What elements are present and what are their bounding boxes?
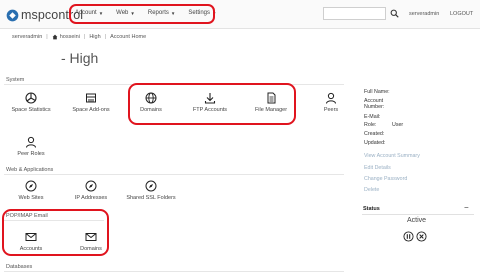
tile-label: IP Addresses: [74, 195, 108, 201]
compass-icon: [25, 180, 37, 192]
user-icon: [326, 92, 336, 104]
breadcrumb: serveradmin | hosseini | High | Account …: [12, 34, 146, 40]
tile-space-statistics[interactable]: Space Statistics: [11, 92, 51, 113]
highlight-email-section: [2, 209, 109, 256]
tile-label: Space Statistics: [11, 107, 51, 113]
cancel-icon[interactable]: [416, 231, 427, 242]
home-icon: [52, 34, 58, 40]
tile-web-sites[interactable]: Web Sites: [12, 180, 50, 201]
status-title: Status: [363, 206, 380, 212]
breadcrumb-separator: |: [104, 34, 107, 40]
delete-link[interactable]: Delete: [364, 187, 379, 193]
info-full-name-label: Full Name:: [364, 89, 390, 95]
breadcrumb-item[interactable]: Account Home: [110, 34, 146, 40]
info-created-label: Created:: [364, 131, 385, 137]
breadcrumb-item[interactable]: High: [89, 34, 100, 40]
tile-label: Peer Roles: [17, 151, 45, 157]
info-updated-label: Updated:: [364, 140, 386, 146]
page-title: - High: [61, 50, 99, 66]
user-icon: [26, 136, 36, 148]
breadcrumb-separator: |: [46, 34, 48, 40]
compass-icon: [85, 180, 97, 192]
breadcrumb-separator: |: [83, 34, 86, 40]
user-menu[interactable]: serveradmin: [409, 11, 439, 17]
collapse-icon[interactable]: −: [464, 203, 469, 212]
tile-ip-addresses[interactable]: IP Addresses: [72, 180, 110, 201]
view-account-summary-link[interactable]: View Account Summary: [364, 153, 420, 159]
search-icon[interactable]: [390, 9, 399, 18]
breadcrumb-item[interactable]: serveradmin: [12, 34, 42, 40]
section-web-label: Web & Applications: [6, 167, 54, 173]
highlight-nav-menu: [69, 4, 215, 24]
section-divider: [4, 271, 344, 272]
status-value: Active: [407, 217, 427, 224]
pause-icon[interactable]: [403, 231, 414, 242]
compass-icon: [145, 180, 157, 192]
tile-peers[interactable]: Peers: [316, 92, 346, 113]
info-email-label: E-Mail:: [364, 114, 381, 120]
section-system-label: System: [6, 77, 25, 83]
edit-details-link[interactable]: Edit Details: [364, 165, 391, 171]
search-input[interactable]: [323, 7, 386, 20]
highlight-system-tiles: [128, 83, 296, 125]
section-divider: [4, 174, 344, 175]
breadcrumb-item[interactable]: hosseini: [60, 34, 80, 40]
pie-chart-icon: [25, 92, 37, 104]
info-account-number-label: Account Number:: [364, 98, 385, 110]
info-role-value: User: [392, 122, 404, 128]
logout-link[interactable]: LOGOUT: [450, 11, 473, 17]
change-password-link[interactable]: Change Password: [364, 176, 407, 182]
storage-icon: [86, 93, 96, 103]
tile-label: Web Sites: [18, 195, 44, 201]
section-databases-label: Databases: [6, 264, 33, 270]
logo-icon: [6, 9, 19, 21]
tile-label: Space Add-ons: [72, 107, 110, 113]
tile-shared-ssl-folders[interactable]: Shared SSL Folders: [124, 180, 178, 201]
info-role-label: Role:: [364, 122, 377, 128]
status-divider: [362, 214, 474, 215]
tile-label: Peers: [323, 107, 339, 113]
tile-label: Shared SSL Folders: [126, 195, 176, 201]
status-controls: [403, 231, 429, 242]
tile-space-addons[interactable]: Space Add-ons: [72, 92, 110, 113]
tile-peer-roles[interactable]: Peer Roles: [12, 136, 50, 157]
